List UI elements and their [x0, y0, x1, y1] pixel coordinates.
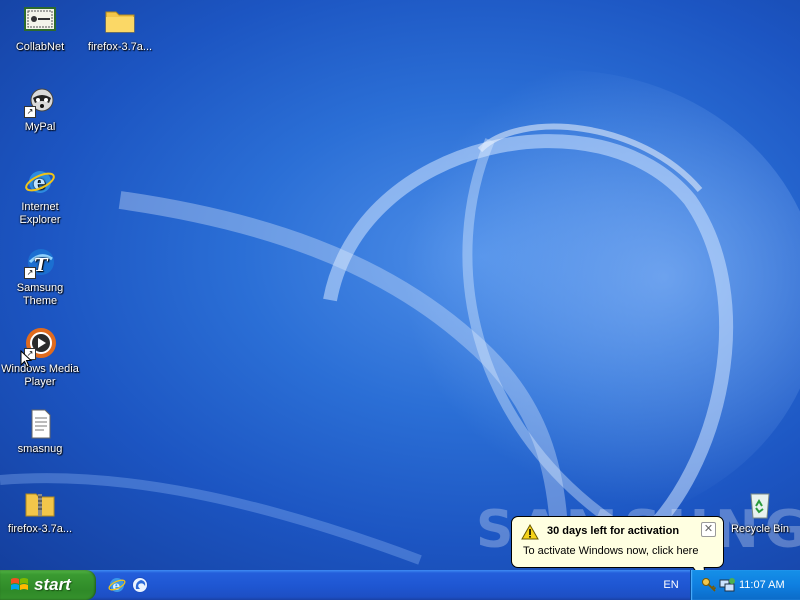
activation-balloon[interactable]: 30 days left for activation To activate …	[511, 516, 724, 570]
desktop-icon-label: MyPal	[24, 121, 56, 133]
windows-flag-icon	[11, 578, 28, 590]
desktop-icon-recycle-bin[interactable]: Recycle Bin	[720, 488, 800, 536]
desktop-icon-firefox-zip[interactable]: firefox-3.7a...	[0, 488, 80, 536]
shortcut-arrow-icon: ↗	[24, 267, 36, 279]
recycle-bin-icon	[744, 488, 776, 520]
start-button[interactable]: start	[0, 570, 96, 600]
desktop-icon-label: CollabNet	[15, 41, 65, 53]
desktop-icon-mypal[interactable]: ↗ MyPal	[0, 86, 80, 134]
desktop-icon-label: firefox-3.7a...	[7, 523, 73, 535]
quick-launch-firefox-icon[interactable]	[131, 576, 149, 594]
balloon-close-button[interactable]: ✕	[701, 522, 716, 537]
balloon-title: 30 days left for activation	[547, 525, 680, 537]
network-icon[interactable]	[719, 577, 735, 593]
warning-icon	[521, 524, 539, 540]
zip-folder-icon	[24, 488, 56, 520]
language-indicator[interactable]: EN	[656, 570, 686, 600]
desktop-icon-label: Internet Explorer	[19, 201, 61, 226]
collabnet-app-icon	[24, 6, 56, 38]
samsung-theme-icon: T ↗	[24, 247, 56, 279]
mouse-cursor-icon	[20, 350, 32, 368]
desktop-icon-windows-media-player[interactable]: ↗ Windows Media Player	[0, 328, 80, 389]
desktop-icon-label: Samsung Theme	[16, 282, 64, 307]
desktop-icon-label: Windows Media Player	[1, 363, 79, 388]
text-document-icon	[24, 408, 56, 440]
taskbar: start e EN 11:07 AM	[0, 570, 800, 600]
wallpaper-swoosh	[0, 70, 800, 565]
desktop-icon-firefox-folder[interactable]: firefox-3.7a...	[80, 6, 160, 54]
desktop-icon-smasnug[interactable]: smasnug	[0, 408, 80, 456]
desktop-icon-samsung-theme[interactable]: T ↗ Samsung Theme	[0, 247, 80, 308]
desktop-icon-label: smasnug	[17, 443, 63, 455]
system-tray: 11:07 AM	[690, 570, 800, 600]
svg-text:T: T	[34, 255, 49, 276]
activation-key-icon[interactable]	[701, 577, 717, 593]
folder-icon	[104, 6, 136, 38]
desktop-icon-label: Recycle Bin	[730, 523, 790, 535]
balloon-message[interactable]: To activate Windows now, click here	[523, 545, 698, 557]
desktop-icon-internet-explorer[interactable]: e Internet Explorer	[0, 166, 80, 227]
start-label: start	[34, 575, 71, 594]
mypal-raccoon-icon: ↗	[24, 86, 56, 118]
clock[interactable]: 11:07 AM	[739, 570, 785, 600]
shortcut-arrow-icon: ↗	[24, 106, 36, 118]
desktop-icon-label: firefox-3.7a...	[87, 41, 153, 53]
desktop-icon-collabnet[interactable]: CollabNet	[0, 6, 80, 54]
desktop[interactable]: SAMSUNG CollabNet firefox-3.7a... ↗ MyPa…	[0, 0, 800, 570]
internet-explorer-icon: e	[24, 166, 56, 198]
quick-launch-internet-explorer-icon[interactable]: e	[108, 576, 126, 594]
